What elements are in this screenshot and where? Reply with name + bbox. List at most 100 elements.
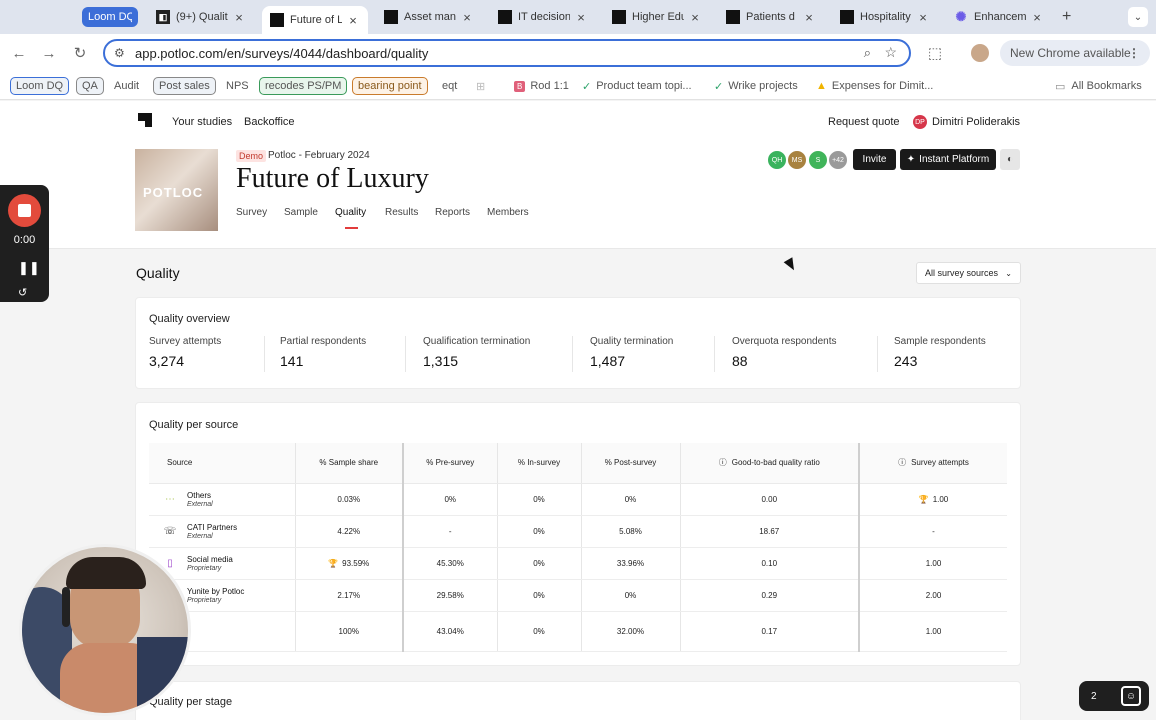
tab-results[interactable]: Results <box>385 207 418 218</box>
bookmark-wrike[interactable]: ✓ Wrike projects <box>714 77 798 95</box>
all-bookmarks[interactable]: ▭ All Bookmarks <box>1055 77 1142 95</box>
close-icon[interactable]: × <box>916 10 930 25</box>
column-header[interactable]: ⓘ Good-to-bad quality ratio <box>680 443 860 484</box>
bookmark-nps[interactable]: NPS <box>226 77 249 95</box>
bookmark-qa[interactable]: QA <box>76 77 104 95</box>
column-header[interactable]: % In-survey <box>497 443 582 484</box>
extensions-icon[interactable]: ⬚ <box>925 43 945 63</box>
new-chrome-available-button[interactable]: New Chrome available ⋮ <box>1000 40 1150 66</box>
tab-sample[interactable]: Sample <box>284 207 318 218</box>
close-icon[interactable]: × <box>460 10 474 25</box>
collaborator-avatar[interactable]: S <box>808 150 828 170</box>
nav-your-studies[interactable]: Your studies <box>172 116 232 128</box>
invite-button[interactable]: Invite <box>853 149 896 170</box>
stop-icon <box>18 204 31 217</box>
close-icon[interactable]: × <box>346 13 360 28</box>
restart-icon[interactable]: ↺ <box>18 286 27 299</box>
tab-hospitality[interactable]: Hospitality × <box>832 4 938 30</box>
user-avatar[interactable]: DP <box>913 115 927 129</box>
tab-higher-education[interactable]: Higher Edu × <box>604 4 710 30</box>
bookmark-product-team[interactable]: ✓ Product team topi... <box>582 77 692 95</box>
nav-backoffice[interactable]: Backoffice <box>244 116 295 128</box>
site-settings-icon[interactable]: ⚙ <box>114 46 125 60</box>
demo-badge: Demo <box>236 150 267 162</box>
quality-per-stage-card: Quality per stage <box>135 681 1021 720</box>
tab-quality[interactable]: Quality <box>335 207 366 218</box>
tab-enhancement[interactable]: ✺ Enhancem × <box>946 4 1052 30</box>
tab-loom-dq[interactable]: Loom DQ <box>82 7 138 27</box>
bookmark-audit[interactable]: Audit <box>114 77 139 95</box>
tab-future-of-luxury[interactable]: Future of L × <box>262 6 368 34</box>
close-icon[interactable]: × <box>232 10 246 25</box>
bookmark-eqt[interactable]: eqt <box>442 77 457 95</box>
back-icon[interactable]: ← <box>9 43 29 63</box>
bookmark-star-icon[interactable]: ☆ <box>884 44 897 61</box>
column-header[interactable]: % Pre-survey <box>403 443 498 484</box>
profile-avatar[interactable] <box>971 44 989 62</box>
zoom-search-icon[interactable]: ⌕ <box>864 45 871 61</box>
close-icon[interactable]: × <box>802 10 816 25</box>
column-header[interactable]: % Sample share <box>295 443 404 484</box>
info-icon[interactable]: ⓘ <box>898 458 906 467</box>
instant-platform-button[interactable]: ✦ Instant Platform <box>900 149 996 170</box>
tab-search-chevron-icon[interactable]: ⌄ <box>1128 7 1148 27</box>
column-header[interactable]: Source <box>149 443 296 484</box>
apps-grid-icon[interactable]: ⊞ <box>476 77 485 95</box>
reload-icon[interactable]: ↻ <box>70 43 90 63</box>
column-header[interactable]: ⓘ Survey attempts <box>859 443 1007 484</box>
info-icon[interactable]: ⓘ <box>719 458 727 467</box>
metric-partial-respondents: Partial respondents 141 <box>280 336 367 369</box>
divider <box>572 336 573 372</box>
table-cell: 32.00% <box>581 611 681 652</box>
quality-per-source-card: Quality per source Source % Sample share… <box>135 402 1021 666</box>
folder-icon: ▭ <box>1055 80 1066 93</box>
metric-overquota-respondents: Overquota respondents 88 <box>732 336 837 369</box>
trophy-icon: 🏆 <box>328 558 339 568</box>
potloc-logo[interactable] <box>138 113 152 127</box>
tab-it-decision[interactable]: IT decision × <box>490 4 596 30</box>
others-icon: ⋯ <box>165 493 175 505</box>
more-collaborators-badge[interactable]: +42 <box>828 150 848 170</box>
survey-source-dropdown[interactable]: All survey sources ⌄ <box>916 262 1021 284</box>
bookmark-recodes[interactable]: recodes PS/PM <box>259 77 348 95</box>
tab-members[interactable]: Members <box>487 207 529 218</box>
sparkle-icon: ✦ <box>906 154 916 165</box>
table-cell: 1.00 <box>859 547 1007 580</box>
address-bar[interactable]: ⚙ app.potloc.com/en/surveys/4044/dashboa… <box>103 39 911 67</box>
palette-icon[interactable]: ◐ <box>1000 149 1020 170</box>
collaborator-avatar[interactable]: QH <box>767 150 787 170</box>
tab-favicon: ◧ <box>156 10 170 24</box>
collaborator-avatar[interactable]: MS <box>787 150 807 170</box>
tab-patients[interactable]: Patients d × <box>718 4 824 30</box>
column-header[interactable]: % Post-survey <box>581 443 681 484</box>
camera-bubble[interactable] <box>19 544 191 716</box>
help-widget[interactable]: 2 ☺ <box>1079 681 1149 711</box>
table-row: ⋯ Others External 0.03% 0% 0% 0% 0.00 🏆 1.0… <box>149 483 1007 516</box>
potloc-favicon <box>270 13 284 27</box>
more-vertical-icon[interactable]: ⋮ <box>1128 46 1140 60</box>
tab-survey[interactable]: Survey <box>236 207 267 218</box>
forward-icon[interactable]: → <box>39 43 59 63</box>
tab-reports[interactable]: Reports <box>435 207 470 218</box>
bookmark-post-sales[interactable]: Post sales <box>153 77 216 95</box>
url-text: app.potloc.com/en/surveys/4044/dashboard… <box>135 45 429 61</box>
close-icon[interactable]: × <box>574 10 588 25</box>
tab-asset-management[interactable]: Asset mana× <box>376 4 482 30</box>
pause-icon[interactable]: ❚❚ <box>18 260 40 276</box>
user-name[interactable]: Dimitri Poliderakis <box>932 116 1020 128</box>
trophy-icon: 🏆 <box>918 494 929 504</box>
bookmark-loom-dq[interactable]: Loom DQ <box>10 77 70 95</box>
close-icon[interactable]: × <box>1030 10 1044 25</box>
bookmark-rod[interactable]: B Rod 1:1 <box>514 77 569 95</box>
bookmark-bearing-point[interactable]: bearing point <box>352 77 428 95</box>
table-cell: 0.29 <box>680 579 860 612</box>
request-quote-link[interactable]: Request quote <box>828 116 900 128</box>
tab-quality[interactable]: ◧ (9+) Qualit × <box>148 4 254 30</box>
table-cell: 1.00 <box>859 611 1007 652</box>
close-icon[interactable]: × <box>688 10 702 25</box>
bookmark-expenses[interactable]: ▲ Expenses for Dimit... <box>816 77 933 95</box>
new-tab-icon[interactable]: + <box>1062 8 1071 26</box>
divider <box>714 336 715 372</box>
stop-recording-button[interactable] <box>8 194 41 227</box>
divider <box>264 336 265 372</box>
